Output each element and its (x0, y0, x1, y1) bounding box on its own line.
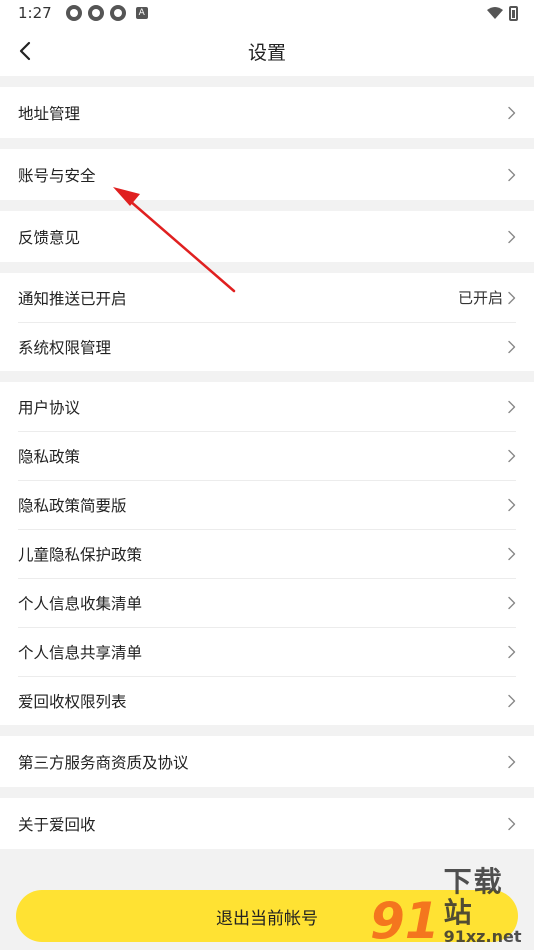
chevron-right-icon (508, 230, 516, 243)
watermark-url: 91xz.net (443, 927, 522, 947)
settings-row-accessory: 已开启 (458, 287, 516, 308)
chevron-right-icon (508, 755, 516, 768)
settings-row[interactable]: 儿童隐私保护政策 (0, 529, 534, 578)
settings-row[interactable]: 系统权限管理 (0, 322, 534, 371)
settings-group: 用户协议隐私政策隐私政策简要版 儿童隐私保护政策 个人信息收集清单 个人信息共享清单爱… (0, 382, 534, 725)
settings-group: 账号与安全 (0, 149, 534, 200)
settings-row-label: 个人信息收集清单 (18, 594, 143, 613)
settings-list: 地址管理账号与安全反馈意见通知推送已开启 已开启系统权限管理 用户协议隐私政策隐私政… (0, 87, 534, 849)
settings-row[interactable]: 通知推送已开启 已开启 (0, 273, 534, 322)
settings-row-label: 关于爱回收 (18, 815, 96, 834)
chevron-right-icon (508, 449, 516, 462)
navigation-bar: 设置 (0, 26, 534, 76)
settings-row-label: 儿童隐私保护政策 (18, 545, 143, 564)
settings-row-accessory (507, 547, 516, 561)
settings-row[interactable]: 个人信息共享清单 (0, 627, 534, 676)
settings-row-accessory (507, 645, 516, 659)
settings-row-accessory (507, 230, 516, 244)
watermark-text: 下载站 91xz.net (443, 864, 530, 947)
chevron-right-icon (508, 817, 516, 830)
notification-app-icon (109, 5, 126, 21)
chevron-right-icon (508, 645, 516, 658)
settings-group: 反馈意见 (0, 211, 534, 262)
watermark: 91 下载站 91xz.net (370, 866, 530, 950)
chevron-right-icon (508, 106, 516, 119)
settings-row-label: 用户协议 (18, 398, 81, 417)
chevron-right-icon (508, 291, 516, 304)
settings-row-accessory (507, 817, 516, 831)
settings-row-value: 已开启 (457, 289, 503, 307)
settings-row-label: 账号与安全 (18, 166, 96, 185)
settings-row-label: 个人信息共享清单 (18, 643, 143, 662)
settings-row-accessory (507, 400, 516, 414)
wifi-icon (487, 7, 503, 19)
settings-row-label: 第三方服务商资质及协议 (18, 753, 189, 772)
settings-row-accessory (507, 340, 516, 354)
page-title: 设置 (247, 41, 286, 64)
settings-row[interactable]: 第三方服务商资质及协议 (0, 736, 534, 787)
settings-row-label: 地址管理 (18, 104, 81, 123)
settings-row-accessory (507, 694, 516, 708)
settings-row-accessory (507, 498, 516, 512)
settings-row[interactable]: 个人信息收集清单 (0, 578, 534, 627)
settings-row-accessory (507, 106, 516, 120)
settings-row-label: 反馈意见 (18, 228, 81, 247)
chevron-right-icon (508, 340, 516, 353)
chevron-right-icon (508, 694, 516, 707)
settings-row-accessory (507, 449, 516, 463)
chevron-right-icon (508, 400, 516, 413)
chevron-left-icon (19, 41, 31, 61)
settings-group: 通知推送已开启 已开启系统权限管理 (0, 273, 534, 371)
watermark-logo: 91 (370, 892, 440, 950)
battery-icon (509, 5, 518, 21)
watermark-name: 下载站 (443, 864, 504, 929)
settings-row-label: 系统权限管理 (18, 338, 112, 357)
settings-group: 第三方服务商资质及协议 (0, 736, 534, 787)
status-left: 1:27 A (18, 4, 148, 22)
status-bar: 1:27 A (0, 0, 534, 26)
settings-row[interactable]: 反馈意见 (0, 211, 534, 262)
settings-row[interactable]: 用户协议 (0, 382, 534, 431)
notification-app-icon (87, 5, 104, 21)
settings-row[interactable]: 账号与安全 (0, 149, 534, 200)
settings-row-label: 隐私政策 (18, 447, 81, 466)
settings-row-accessory (507, 755, 516, 769)
chevron-right-icon (508, 547, 516, 560)
settings-row[interactable]: 爱回收权限列表 (0, 676, 534, 725)
notification-app-icon (65, 5, 82, 21)
settings-row[interactable]: 隐私政策简要版 (0, 480, 534, 529)
status-right (487, 5, 518, 21)
settings-row[interactable]: 关于爱回收 (0, 798, 534, 849)
settings-group: 关于爱回收 (0, 798, 534, 849)
settings-row-accessory (507, 596, 516, 610)
settings-row-label: 通知推送已开启 (18, 289, 127, 308)
settings-row[interactable]: 隐私政策 (0, 431, 534, 480)
chevron-right-icon (508, 498, 516, 511)
chevron-right-icon (508, 168, 516, 181)
settings-group: 地址管理 (0, 87, 534, 138)
settings-row-label: 爱回收权限列表 (18, 692, 127, 711)
settings-row-label: 隐私政策简要版 (18, 496, 127, 515)
status-time: 1:27 (18, 4, 52, 22)
back-button[interactable] (8, 34, 42, 68)
chevron-right-icon (508, 596, 516, 609)
settings-row-accessory (507, 168, 516, 182)
settings-row[interactable]: 地址管理 (0, 87, 534, 138)
notification-badge-icon: A (135, 7, 148, 19)
